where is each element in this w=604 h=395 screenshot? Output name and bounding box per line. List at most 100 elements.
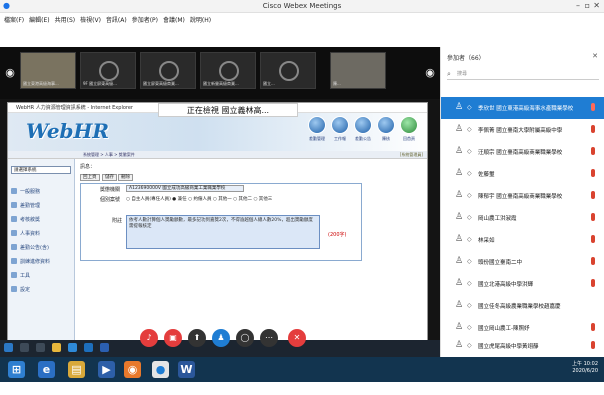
participant-row[interactable]: ♙ ◇ 季欣世 國立東港高級海事水產職業學校	[441, 97, 604, 119]
participant-search-input[interactable]: ⌕ 搜尋	[447, 69, 599, 80]
sidebar-item[interactable]: 人事資料	[20, 230, 40, 237]
windows-start-icon[interactable]	[4, 343, 13, 352]
module-label: 回首頁	[403, 136, 415, 141]
participant-row[interactable]: ♙ ◇ 國立佳冬高級農業職業學校趙嘉慶	[441, 295, 604, 317]
close-icon[interactable]: ✕	[593, 1, 600, 10]
device-icon: ◇	[467, 104, 472, 111]
note-textarea[interactable]: 依考人數計算個人獎勵額數，最多記功到嘉獎2次，不得逾越個人總人數20%，超出獎勵…	[126, 215, 320, 249]
windows-start-icon[interactable]: ⊞	[8, 361, 25, 378]
video-off-icon[interactable]: ▣	[164, 329, 182, 347]
participant-row[interactable]: ♙ ◇ 國立北港高級中學洪輝	[441, 273, 604, 295]
participant-row[interactable]: ♙ ◇ 岡山農工洪淑霞	[441, 207, 604, 229]
device-icon: ◇	[467, 192, 472, 199]
employee-type-radios[interactable]: ○ 自主人員(專任人員) ● 兼任 ○ 約僱人員 ○ 其他一 ○ 其他二 ○ 其…	[126, 196, 272, 202]
search-icon[interactable]	[20, 343, 29, 352]
device-icon: ◇	[467, 126, 472, 133]
sidebar-item[interactable]: 差勤公告(含)	[20, 244, 49, 251]
participant-row[interactable]: ♙ ◇ 林采如	[441, 229, 604, 251]
menu-audio[interactable]: 音訊(A)	[106, 15, 127, 24]
muted-mic-icon[interactable]	[591, 257, 595, 265]
edge-icon[interactable]	[84, 343, 93, 352]
video-thumb[interactable]: 9F 國立屏東高級...	[80, 52, 136, 89]
system-select[interactable]: 請選擇系統	[11, 166, 71, 174]
module-icon[interactable]	[354, 116, 372, 134]
strip-prev-icon[interactable]: ◉	[4, 61, 16, 85]
muted-mic-icon[interactable]	[591, 125, 595, 133]
video-thumb[interactable]: 國立屏東高級商業...	[140, 52, 196, 89]
muted-mic-icon[interactable]	[591, 191, 595, 199]
video-thumb[interactable]: 國立東港高級海事...	[20, 52, 76, 89]
muted-mic-icon[interactable]	[591, 235, 595, 243]
sidebar-item[interactable]: 差勤管理	[20, 202, 40, 209]
menu-edit[interactable]: 編輯(E)	[29, 15, 49, 24]
participant-row[interactable]: ♙ ◇ 李佩菁 國立臺南大學附屬高級中學	[441, 119, 604, 141]
delete-button[interactable]: 刪除	[118, 174, 133, 181]
participants-icon[interactable]: ♟	[212, 329, 230, 347]
menu-help[interactable]: 說明(H)	[190, 15, 211, 24]
sidebar-item[interactable]: 工具	[20, 272, 30, 279]
participant-row[interactable]: ♙ ◇ 佐藤璽	[441, 163, 604, 185]
breadcrumb-left: 系統管理 > 人事 > 獎懲案件	[83, 152, 135, 157]
muted-mic-icon[interactable]	[591, 213, 595, 221]
module-icon[interactable]	[308, 116, 326, 134]
folder-icon[interactable]	[52, 343, 61, 352]
mute-icon[interactable]: ♪	[140, 329, 158, 347]
person-icon: ♙	[455, 102, 464, 112]
form-content: 訊息： 回上頁 儲存 刪除 獎懲機關 A123690000V 國立成功高級商業工…	[76, 159, 427, 341]
viewing-indicator: 正在檢視 國立義林高...	[158, 103, 298, 117]
sidebar-item[interactable]: 訓練進修資料	[20, 258, 50, 265]
strip-next-icon[interactable]: ◉	[424, 61, 436, 85]
ie-icon[interactable]	[100, 343, 109, 352]
participant-row[interactable]: ♙ ◇ 陳郁宇 國立臺南高級商業職業學校	[441, 185, 604, 207]
save-button[interactable]: 儲存	[102, 174, 117, 181]
store-icon[interactable]	[68, 343, 77, 352]
menu-file[interactable]: 檔案(F)	[4, 15, 24, 24]
device-icon: ◇	[467, 236, 472, 243]
media-icon[interactable]: ▶	[98, 361, 115, 378]
participant-row[interactable]: ♙ ◇ 汪順宗 國立臺南高級商業職業學校	[441, 141, 604, 163]
webhr-banner: WebHR 差勤管理 工作報 差勤公告 陳核 回首頁	[8, 113, 427, 151]
word-icon[interactable]: W	[178, 361, 195, 378]
ie-icon[interactable]: e	[38, 361, 55, 378]
chrome-icon[interactable]: ◉	[124, 361, 141, 378]
sidebar-item[interactable]: 設定	[20, 286, 30, 293]
back-button[interactable]: 回上頁	[80, 174, 100, 181]
participant-row[interactable]: ♙ ◇ 國立虎尾高級中學黃翊靜	[441, 335, 604, 355]
menu-view[interactable]: 檢視(V)	[80, 15, 101, 24]
participant-name: 頭份國立臺南二中	[478, 260, 523, 266]
muted-mic-icon[interactable]	[591, 279, 595, 287]
participant-name: 李佩菁 國立臺南大學附屬高級中學	[478, 128, 563, 134]
person-icon: ♙	[455, 322, 464, 332]
muted-mic-icon[interactable]	[591, 323, 595, 331]
minimize-icon[interactable]: –	[576, 1, 580, 10]
task-view-icon[interactable]	[36, 343, 45, 352]
leave-meeting-icon[interactable]: ✕	[288, 329, 306, 347]
webex-icon[interactable]: ●	[152, 361, 169, 378]
device-icon: ◇	[467, 302, 472, 309]
folder-icon[interactable]: ▤	[68, 361, 85, 378]
module-icon[interactable]	[331, 116, 349, 134]
video-thumb[interactable]: 陳...	[330, 52, 386, 89]
muted-mic-icon[interactable]	[591, 103, 595, 111]
participant-row[interactable]: ♙ ◇ 頭份國立臺南二中	[441, 251, 604, 273]
chat-icon[interactable]: ◯	[236, 329, 254, 347]
muted-mic-icon[interactable]	[591, 147, 595, 155]
sidebar-item[interactable]: 一般服務	[20, 188, 40, 195]
muted-mic-icon[interactable]	[591, 169, 595, 177]
video-thumb[interactable]: 國立新營高級商業...	[200, 52, 256, 89]
menu-share[interactable]: 共用(S)	[55, 15, 76, 24]
menu-meeting[interactable]: 會議(M)	[163, 15, 185, 24]
sidebar-item[interactable]: 考核敘獎	[20, 216, 40, 223]
agency-field[interactable]: A123690000V 國立成功高級商業工業職業學校	[126, 185, 244, 192]
panel-close-icon[interactable]: ✕	[592, 52, 598, 60]
window-title: Cisco Webex Meetings	[262, 2, 342, 10]
muted-mic-icon[interactable]	[591, 341, 595, 349]
home-icon[interactable]	[400, 116, 418, 134]
video-thumb[interactable]: 國立...	[260, 52, 316, 89]
menu-participant[interactable]: 參加者(P)	[132, 15, 158, 24]
share-icon[interactable]: ⬆	[188, 329, 206, 347]
maximize-icon[interactable]: ▫	[585, 1, 590, 10]
module-icon[interactable]	[377, 116, 395, 134]
more-icon[interactable]: ⋯	[260, 329, 278, 347]
clock-date: 2020/6/20	[572, 368, 598, 374]
